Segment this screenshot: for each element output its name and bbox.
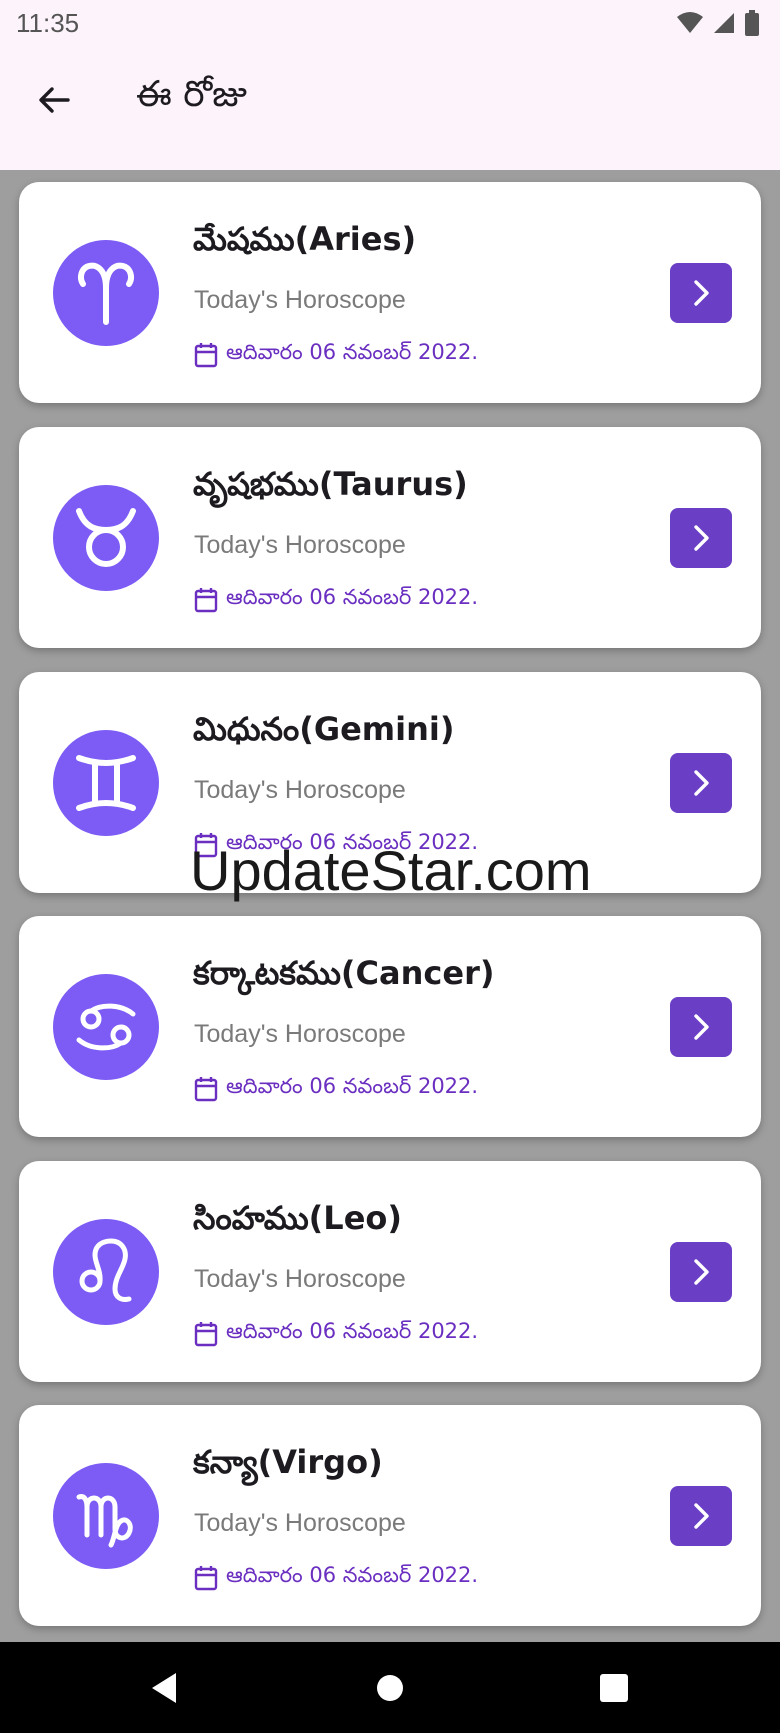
date-row: ఆదివారం 06 నవంబర్ 2022.	[194, 830, 478, 860]
calendar-icon	[194, 1077, 218, 1102]
chevron-right-icon	[694, 525, 709, 551]
chevron-right-icon	[694, 1014, 709, 1040]
sign-name: వృషభము(Taurus)	[193, 465, 468, 503]
card-subtitle: Today's Horoscope	[194, 1509, 406, 1537]
open-horoscope-button[interactable]	[670, 1242, 732, 1302]
date-row: ఆదివారం 06 నవంబర్ 2022.	[194, 1563, 478, 1593]
date-text: ఆదివారం 06 నవంబర్ 2022.	[226, 340, 479, 364]
chevron-right-icon	[694, 1259, 709, 1285]
arrow-left-icon	[39, 87, 70, 113]
sign-avatar	[53, 1219, 159, 1325]
date-text: ఆదివారం 06 నవంబర్ 2022.	[226, 1319, 479, 1343]
status-time: 11:35	[16, 7, 80, 38]
date-text: ఆదివారం 06 నవంబర్ 2022.	[226, 1074, 479, 1098]
status-icons	[676, 10, 760, 36]
horoscope-card-taurus[interactable]: వృషభము(Taurus) Today's Horoscope ఆదివారం…	[19, 427, 761, 648]
chevron-right-icon	[694, 280, 709, 306]
open-horoscope-button[interactable]	[670, 1486, 732, 1546]
leo-icon	[79, 1238, 132, 1302]
chevron-right-icon	[694, 770, 709, 796]
taurus-icon	[76, 508, 136, 567]
nav-home-button[interactable]	[364, 1662, 416, 1714]
card-subtitle: Today's Horoscope	[194, 1020, 406, 1048]
sign-avatar	[53, 240, 159, 346]
system-nav-bar	[0, 1642, 780, 1733]
card-subtitle: Today's Horoscope	[194, 531, 406, 559]
recents-square-icon	[600, 1674, 628, 1702]
horoscope-card-virgo[interactable]: కన్యా(Virgo) Today's Horoscope ఆదివారం 0…	[19, 1405, 761, 1626]
page-title: ఈ రోజు	[136, 74, 247, 115]
card-subtitle: Today's Horoscope	[194, 1265, 406, 1293]
date-text: ఆదివారం 06 నవంబర్ 2022.	[226, 830, 479, 854]
sign-name: మేషము(Aries)	[193, 220, 417, 258]
sign-avatar	[53, 485, 159, 591]
signal-icon	[714, 13, 734, 33]
sign-name: మిధునం(Gemini)	[193, 710, 455, 748]
back-button[interactable]	[26, 72, 82, 128]
battery-icon	[745, 10, 759, 36]
horoscope-card-aries[interactable]: మేషము(Aries) Today's Horoscope ఆదివారం 0…	[19, 182, 761, 403]
sign-avatar	[53, 730, 159, 836]
horoscope-card-leo[interactable]: సింహము(Leo) Today's Horoscope ఆదివారం 06…	[19, 1161, 761, 1382]
sign-name: కర్కాటకము(Cancer)	[193, 954, 495, 992]
nav-back-button[interactable]	[138, 1662, 190, 1714]
home-circle-icon	[377, 1675, 403, 1701]
calendar-icon	[194, 1566, 218, 1591]
horoscope-card-gemini[interactable]: మిధునం(Gemini) Today's Horoscope ఆదివారం…	[19, 672, 761, 893]
wifi-icon	[677, 12, 703, 33]
date-row: ఆదివారం 06 నవంబర్ 2022.	[194, 1074, 478, 1104]
horoscope-list[interactable]: మేషము(Aries) Today's Horoscope ఆదివారం 0…	[0, 170, 780, 1642]
open-horoscope-button[interactable]	[670, 753, 732, 813]
date-text: ఆదివారం 06 నవంబర్ 2022.	[226, 585, 479, 609]
nav-recents-button[interactable]	[588, 1662, 640, 1714]
cancer-icon	[76, 1003, 136, 1051]
date-text: ఆదివారం 06 నవంబర్ 2022.	[226, 1563, 479, 1587]
sign-name: సింహము(Leo)	[193, 1199, 403, 1237]
sign-avatar	[53, 1463, 159, 1569]
open-horoscope-button[interactable]	[670, 508, 732, 568]
date-row: ఆదివారం 06 నవంబర్ 2022.	[194, 340, 478, 370]
horoscope-card-cancer[interactable]: కర్కాటకము(Cancer) Today's Horoscope ఆదివ…	[19, 916, 761, 1137]
calendar-icon	[194, 588, 218, 613]
date-row: ఆదివారం 06 నవంబర్ 2022.	[194, 585, 478, 615]
gemini-icon	[76, 755, 136, 811]
aries-icon	[78, 262, 134, 325]
open-horoscope-button[interactable]	[670, 263, 732, 323]
calendar-icon	[194, 833, 218, 858]
calendar-icon	[194, 1322, 218, 1347]
app-bar: ఈ రోజు	[0, 46, 780, 170]
date-row: ఆదివారం 06 నవంబర్ 2022.	[194, 1319, 478, 1349]
open-horoscope-button[interactable]	[670, 997, 732, 1057]
sign-avatar	[53, 974, 159, 1080]
back-triangle-icon	[152, 1673, 176, 1703]
virgo-icon	[76, 1494, 133, 1548]
chevron-right-icon	[694, 1503, 709, 1529]
calendar-icon	[194, 343, 218, 368]
sign-name: కన్యా(Virgo)	[193, 1443, 383, 1481]
card-subtitle: Today's Horoscope	[194, 286, 406, 314]
card-subtitle: Today's Horoscope	[194, 776, 406, 804]
status-bar: 11:35	[0, 0, 780, 46]
